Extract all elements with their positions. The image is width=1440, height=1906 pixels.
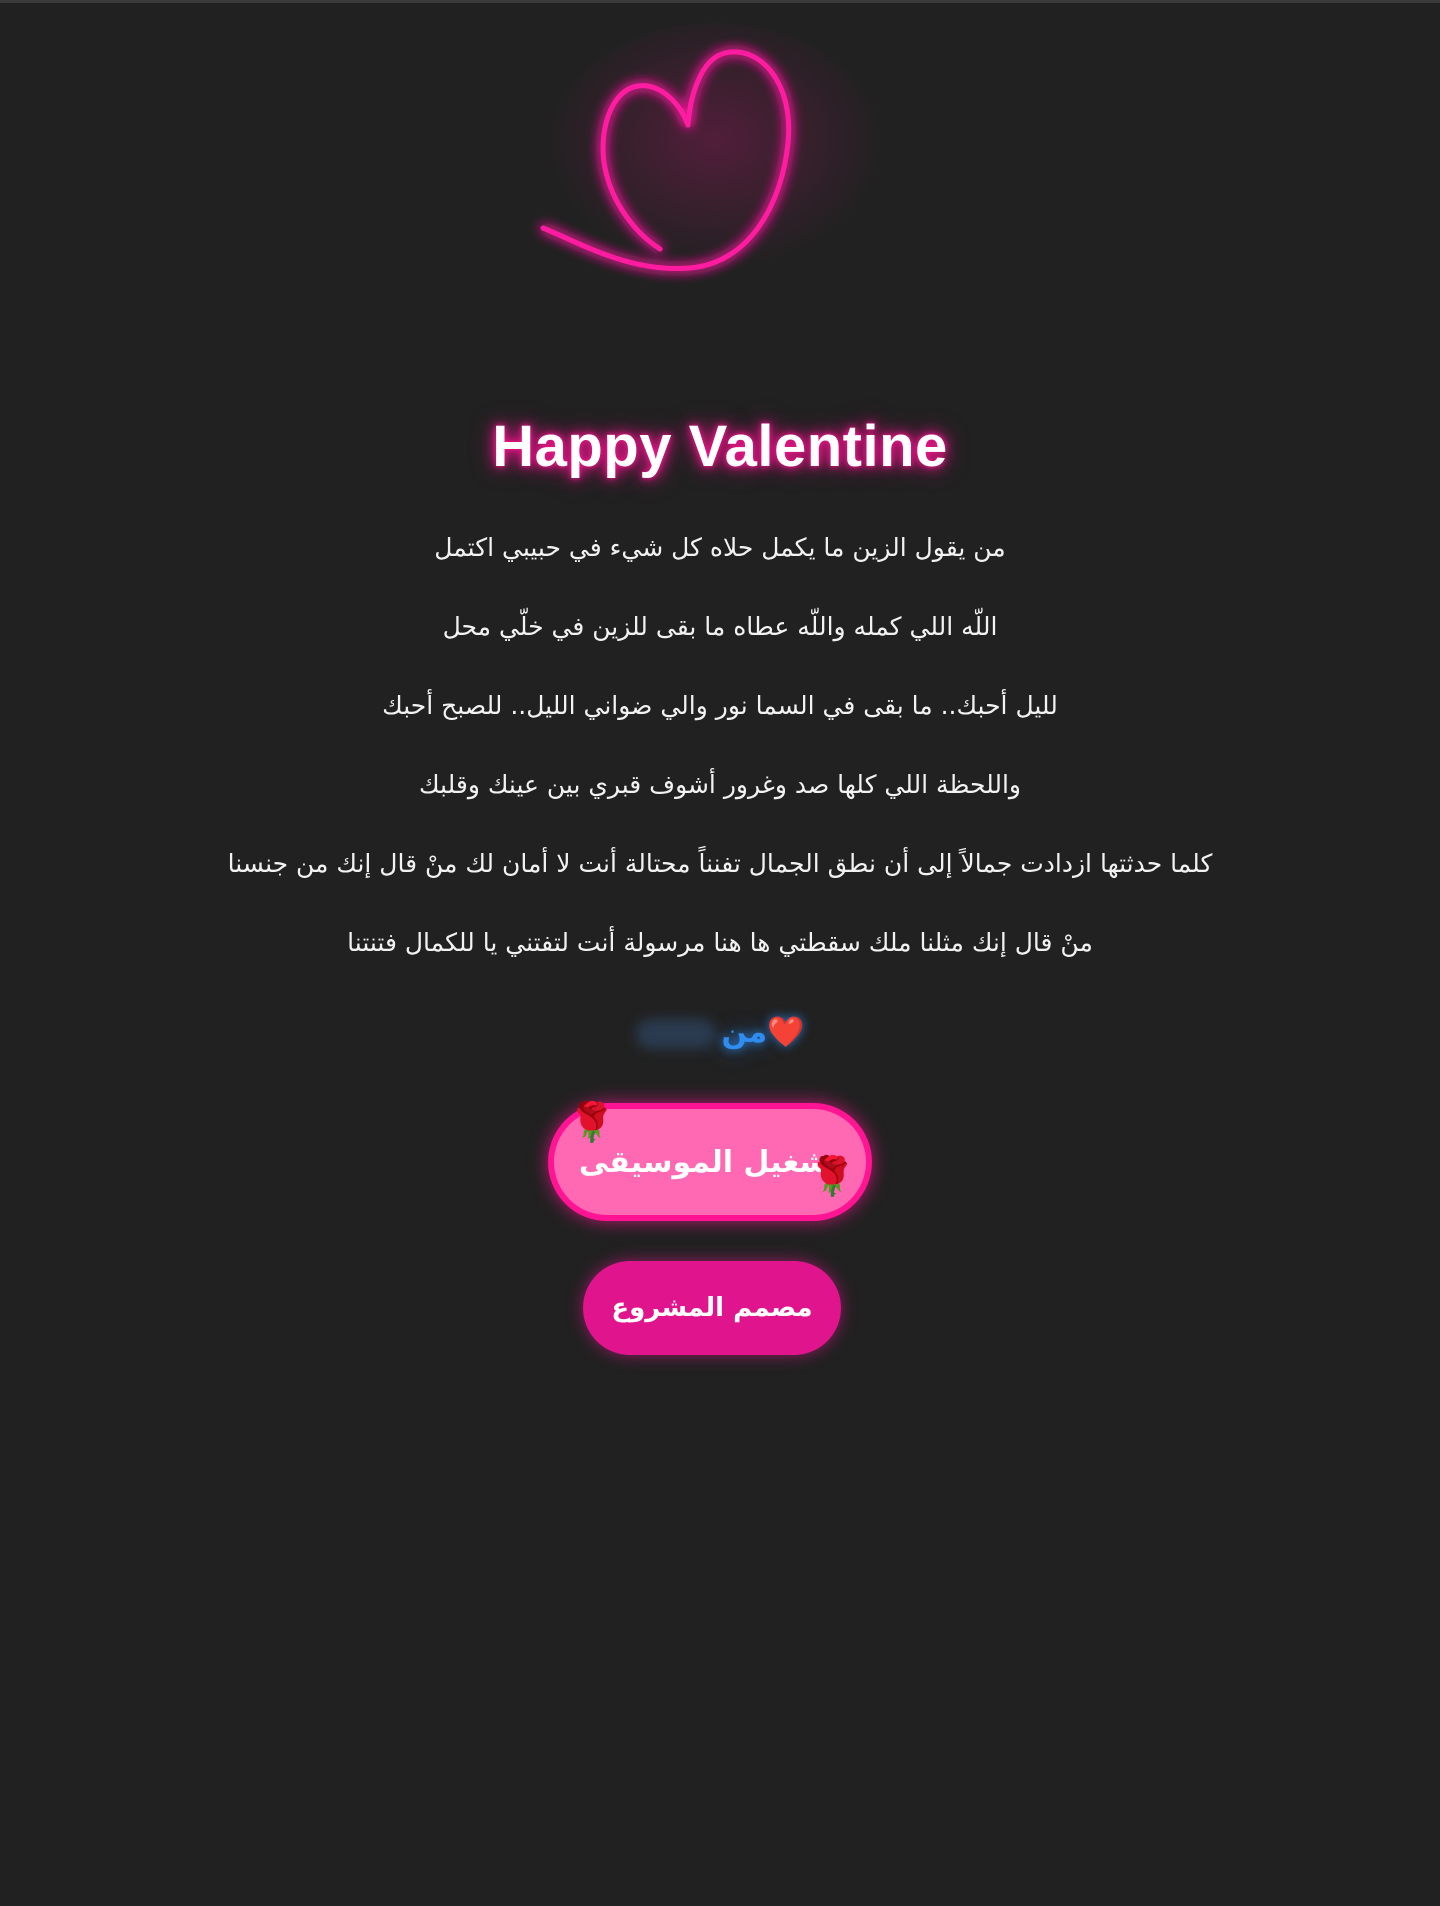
page-title: Happy Valentine <box>492 414 948 479</box>
from-signature: ❤️من <box>0 1008 1440 1058</box>
play-music-button[interactable]: 🌹 تشغيل الموسيقى 🌹 <box>548 1103 872 1221</box>
neon-heart-icon <box>520 23 920 303</box>
poem-line: من يقول الزين ما يكمل حلاه كل شيء في حبي… <box>434 533 1006 562</box>
project-designer-label: مصمم المشروع <box>611 1293 813 1323</box>
from-label: من <box>721 1015 768 1050</box>
project-designer-button[interactable]: مصمم المشروع <box>583 1261 841 1355</box>
blurred-name <box>635 1018 716 1049</box>
heart-icon: ❤️ <box>767 1015 805 1050</box>
play-music-label: تشغيل الموسيقى <box>578 1144 842 1180</box>
poem-line: واللحظة اللي كلها صد وغرور أشوف قبري بين… <box>418 770 1021 799</box>
rose-icon: 🌹 <box>568 1100 616 1144</box>
poem-line: كلما حدثتها ازدادت جمالاً إلى أن نطق الج… <box>227 849 1213 878</box>
poem-line: لليل أحبك.. ما بقى في السما نور والي ضوا… <box>382 691 1058 720</box>
neon-heart-drawing <box>540 23 885 283</box>
rose-icon: 🌹 <box>808 1154 856 1198</box>
poem-container: من يقول الزين ما يكمل حلاه كل شيء في حبي… <box>0 523 1440 997</box>
poem-line: اللّه اللي كمله واللّه عطاه ما بقى للزين… <box>442 612 998 641</box>
poem-line: منْ قال إنك مثلنا ملك سقطتي ها هنا مرسول… <box>347 928 1093 957</box>
